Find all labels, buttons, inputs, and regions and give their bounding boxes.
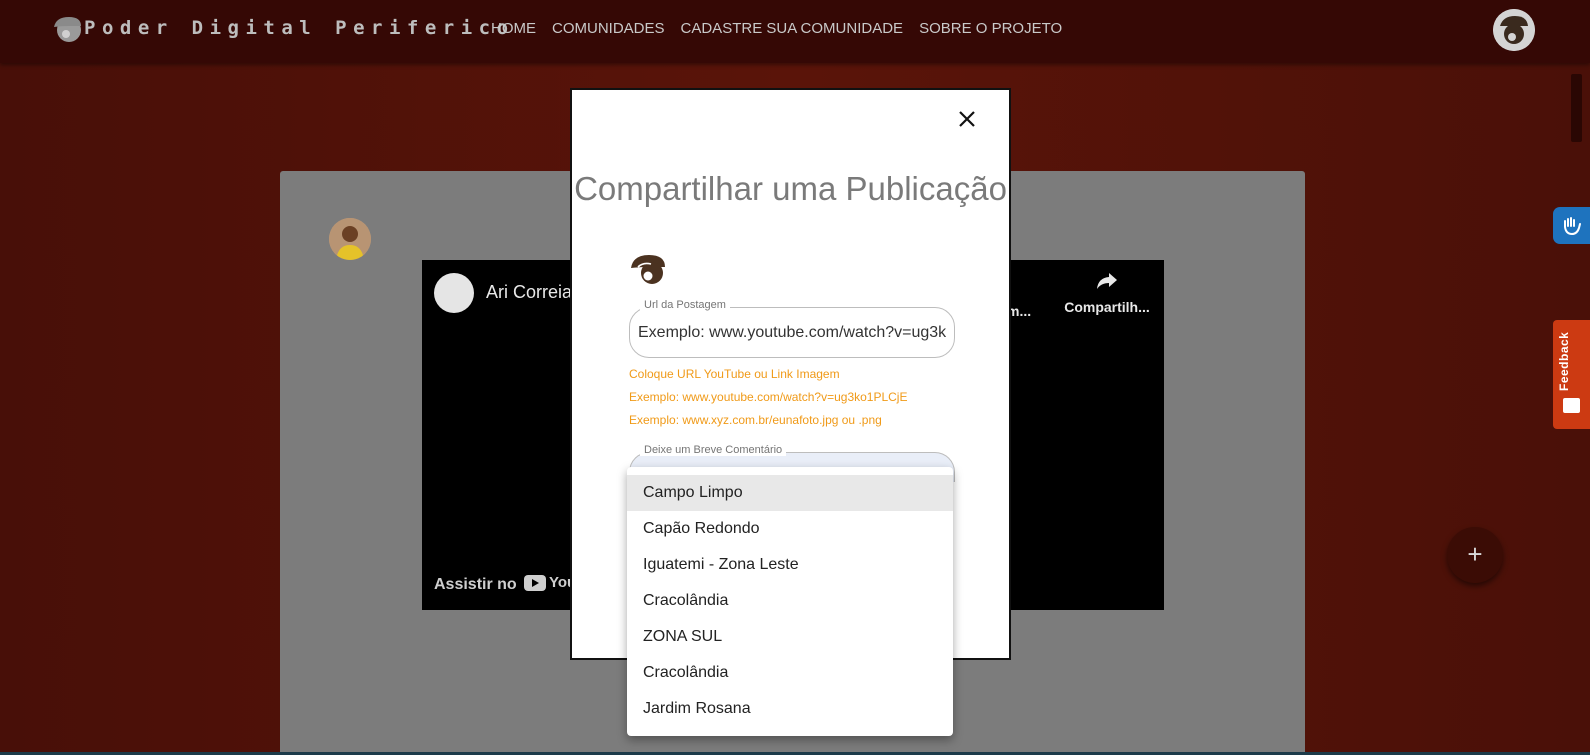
watch-on-label[interactable]: Assistir no: [434, 576, 517, 594]
post-url-field: Url da Postagem: [629, 299, 955, 358]
dropdown-option[interactable]: Iguatemi - Zona Leste: [627, 547, 953, 583]
vlibras-icon: [1563, 216, 1581, 235]
hint-youtube-example: Exemplo: www.youtube.com/watch?v=ug3ko1P…: [629, 390, 908, 404]
channel-avatar[interactable]: [434, 273, 474, 313]
brand-name: Poder Digital Periferico: [84, 17, 515, 39]
post-author-avatar[interactable]: [329, 218, 371, 260]
main-nav: HOME COMUNIDADES CADASTRE SUA COMUNIDADE…: [491, 20, 1062, 37]
navbar: Poder Digital Periferico HOME COMUNIDADE…: [0, 0, 1590, 63]
avatar-icon: [1493, 9, 1535, 51]
nav-cadastre-comunidade[interactable]: CADASTRE SUA COMUNIDADE: [681, 20, 904, 37]
dropdown-option[interactable]: ZONA SUL: [627, 619, 953, 655]
vlibras-button[interactable]: [1553, 207, 1590, 244]
person-icon: [329, 218, 371, 260]
logo-icon: [631, 255, 665, 284]
post-url-input[interactable]: [638, 321, 946, 345]
add-post-button[interactable]: +: [1447, 527, 1503, 583]
nav-comunidades[interactable]: COMUNIDADES: [552, 20, 665, 37]
brand[interactable]: Poder Digital Periferico: [50, 12, 515, 44]
post-url-label: Url da Postagem: [640, 299, 730, 311]
scrollbar-thumb[interactable]: [1571, 74, 1582, 142]
nav-home[interactable]: HOME: [491, 20, 536, 37]
share-label: Compartilh...: [1064, 299, 1150, 315]
close-icon[interactable]: [955, 107, 979, 131]
modal-title: Compartilhar uma Publicação: [574, 170, 1007, 207]
comment-label: Deixe um Breve Comentário: [640, 444, 787, 456]
feedback-icon: [1563, 398, 1580, 413]
video-title[interactable]: Ari Correia: [486, 282, 572, 303]
dropdown-option[interactable]: Cracolândia: [627, 655, 953, 691]
dropdown-option[interactable]: Jardim Rosana: [627, 691, 953, 727]
share-button[interactable]: Compartilh...: [1062, 272, 1152, 315]
dropdown-option[interactable]: Capão Redondo: [627, 511, 953, 547]
user-avatar[interactable]: [1493, 9, 1535, 51]
feedback-tab[interactable]: Feedback: [1553, 320, 1590, 429]
nav-sobre-projeto[interactable]: SOBRE O PROJETO: [919, 20, 1062, 37]
youtube-icon: [524, 574, 546, 591]
hint-image-example: Exemplo: www.xyz.com.br/eunafoto.jpg ou …: [629, 413, 882, 427]
hint-url-type: Coloque URL YouTube ou Link Imagem: [629, 367, 840, 381]
dropdown-option[interactable]: Campo Limpo: [627, 475, 953, 511]
logo-icon: [54, 17, 81, 42]
share-icon: [1097, 273, 1117, 289]
dropdown-option[interactable]: Cracolândia: [627, 583, 953, 619]
community-dropdown: Campo Limpo Capão Redondo Iguatemi - Zon…: [627, 467, 953, 736]
feedback-label: Feedback: [1557, 331, 1571, 391]
